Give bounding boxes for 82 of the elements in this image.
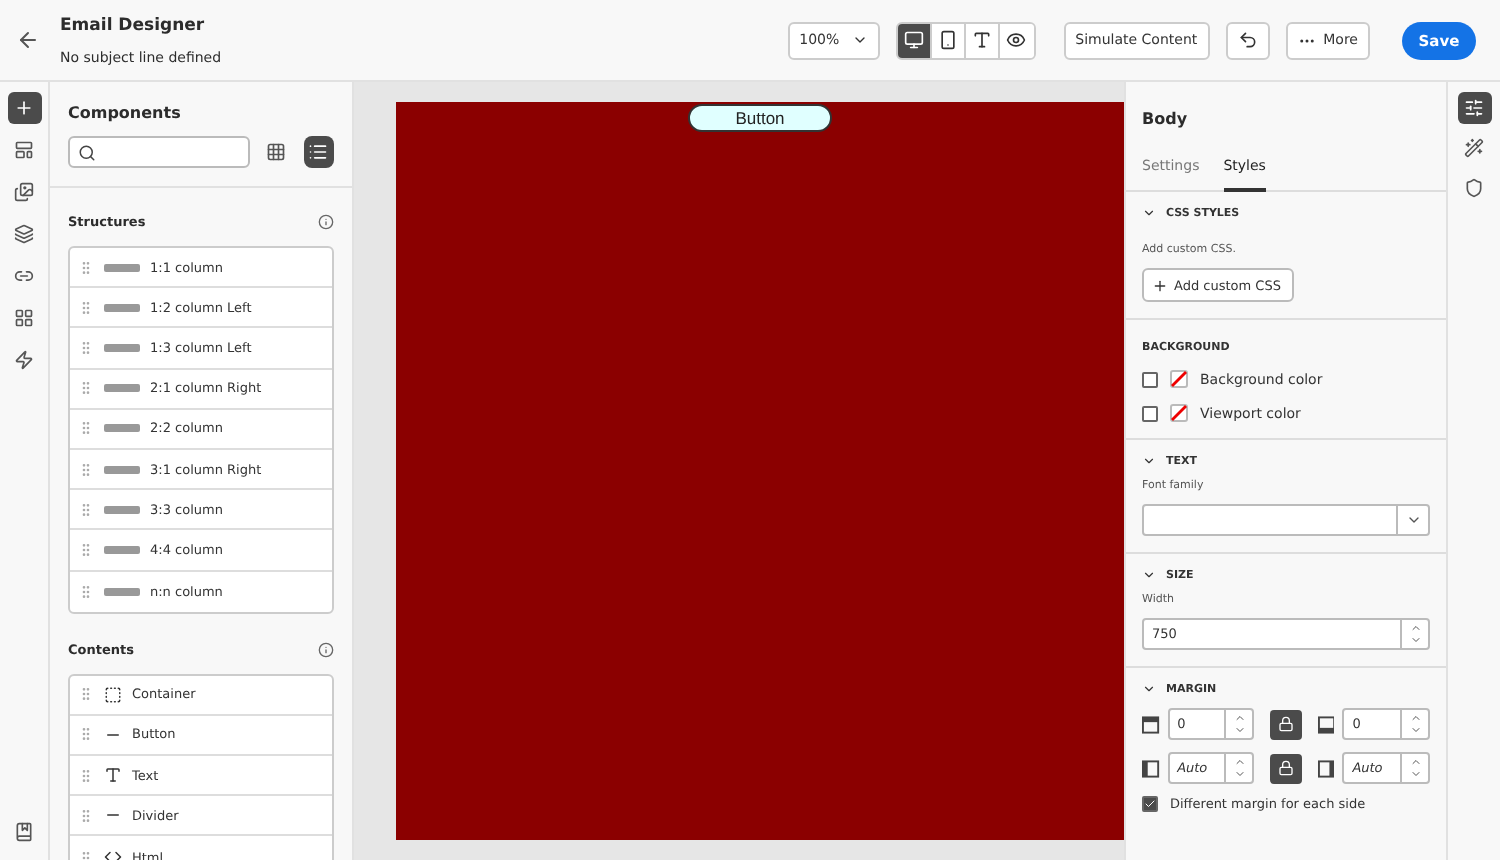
plus-icon — [14, 98, 34, 118]
drag-handle-icon[interactable] — [78, 726, 94, 743]
undo-button[interactable] — [1225, 21, 1270, 59]
grid-icon — [266, 142, 287, 162]
container-icon — [104, 685, 122, 704]
no-color-swatch-icon[interactable] — [1170, 370, 1188, 388]
checkbox[interactable] — [1142, 796, 1158, 812]
drag-handle-icon[interactable] — [78, 259, 94, 276]
preview-view-button[interactable] — [999, 23, 1034, 57]
desktop-view-button[interactable] — [897, 23, 932, 57]
drag-handle-icon[interactable] — [78, 767, 94, 784]
back-button[interactable] — [16, 28, 40, 52]
drag-handle-icon[interactable] — [78, 541, 94, 558]
chevron-icon — [851, 32, 868, 48]
check-icon — [1144, 798, 1156, 810]
structure-thumbnail — [104, 343, 140, 352]
chevron-icon — [1142, 568, 1156, 582]
margin-right-icon — [1317, 759, 1335, 777]
phone-icon — [937, 30, 958, 50]
lock-button[interactable] — [1270, 709, 1302, 739]
structure-thumbnail — [104, 505, 140, 514]
drag-handle-icon[interactable] — [78, 380, 94, 397]
info-icon[interactable] — [318, 214, 334, 230]
drag-handle-icon[interactable] — [78, 501, 94, 518]
email-button[interactable]: Button — [688, 104, 832, 132]
images-icon — [14, 182, 34, 202]
arrow-left-icon — [16, 28, 40, 52]
structure-thumbnail — [104, 465, 140, 474]
text-icon — [971, 30, 992, 50]
email-body[interactable]: Button — [396, 102, 1124, 840]
no-color-swatch-icon[interactable] — [1170, 404, 1188, 422]
structure-thumbnail — [104, 303, 140, 312]
add-rail-button[interactable] — [7, 92, 41, 124]
link-icon — [14, 266, 34, 286]
page-title: Email Designer — [60, 15, 207, 35]
info-icon[interactable] — [318, 641, 334, 658]
eye-icon — [1006, 30, 1027, 50]
checkbox[interactable] — [1142, 371, 1158, 387]
drag-handle-icon[interactable] — [78, 583, 94, 600]
text-icon — [104, 766, 122, 785]
layers-icon — [14, 224, 34, 244]
wand-icon — [1464, 138, 1484, 158]
drag-handle-icon[interactable] — [78, 686, 94, 703]
structure-thumbnail — [104, 384, 140, 393]
properties-rail-button[interactable] — [1457, 92, 1491, 124]
search-icon — [78, 143, 96, 161]
list-view-toggle[interactable] — [303, 136, 334, 168]
search-field[interactable] — [68, 136, 250, 168]
chevron-icon — [1405, 512, 1421, 528]
lock-icon — [1278, 716, 1295, 732]
drag-handle-icon[interactable] — [78, 807, 94, 824]
drag-handle-icon[interactable] — [78, 299, 94, 316]
lock-icon — [1278, 760, 1295, 776]
structure-thumbnail — [104, 263, 140, 272]
chevron-icon — [1142, 454, 1156, 468]
mobile-view-button[interactable] — [931, 23, 966, 57]
chevron-icon — [1142, 206, 1156, 220]
drag-handle-icon[interactable] — [78, 461, 94, 478]
chevron-icon — [1142, 682, 1156, 696]
properties-title: Body — [1142, 110, 1190, 128]
structure-thumbnail — [104, 587, 140, 596]
plus-icon — [1152, 277, 1168, 293]
checkbox[interactable] — [1142, 405, 1158, 421]
margin-top-icon — [1142, 715, 1160, 733]
text-view-button[interactable] — [965, 23, 1000, 57]
structure-thumbnail — [104, 424, 140, 433]
book-icon — [14, 822, 34, 842]
grid-icon — [14, 308, 34, 328]
drag-handle-icon[interactable] — [78, 420, 94, 437]
undo-icon — [1237, 30, 1258, 50]
list-icon — [308, 142, 329, 162]
layout-icon — [14, 140, 34, 160]
drag-handle-icon[interactable] — [78, 339, 94, 356]
sliders-icon — [1464, 98, 1484, 118]
monitor-icon — [903, 30, 924, 50]
margin-left-icon — [1142, 759, 1160, 777]
margin-bottom-icon — [1317, 715, 1335, 733]
panel-title: Components — [68, 104, 183, 122]
lock-button[interactable] — [1270, 753, 1302, 783]
shield-icon — [1464, 178, 1484, 198]
lightning-icon — [14, 350, 34, 370]
structure-thumbnail — [104, 545, 140, 554]
